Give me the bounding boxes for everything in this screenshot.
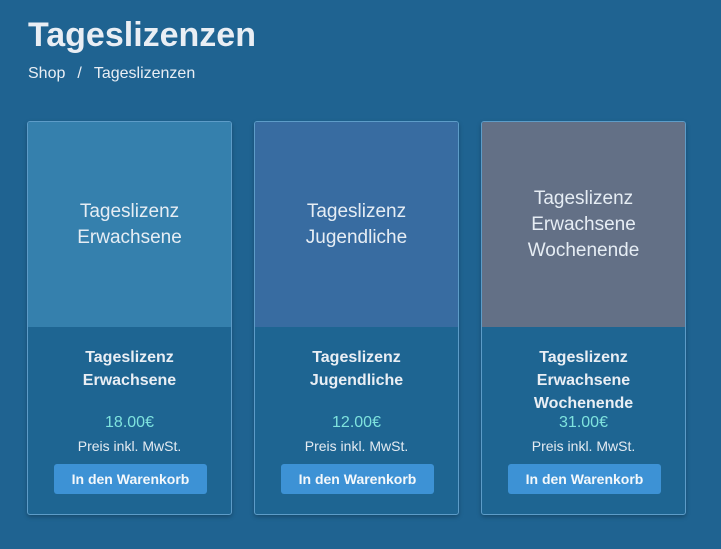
product-card: Tageslizenz Erwachsene Tageslizenz Erwac…	[27, 121, 232, 515]
product-image[interactable]: Tageslizenz Jugendliche	[255, 122, 458, 327]
product-card: Tageslizenz Erwachsene Wochenende Tagesl…	[481, 121, 686, 515]
product-card: Tageslizenz Jugendliche Tageslizenz Juge…	[254, 121, 459, 515]
tax-note: Preis inkl. MwSt.	[304, 438, 409, 454]
product-image-label: Tageslizenz Erwachsene	[77, 200, 182, 248]
product-image[interactable]: Tageslizenz Erwachsene	[28, 122, 231, 327]
product-name[interactable]: Tageslizenz Erwachsene	[28, 346, 231, 392]
product-price: 31.00€	[559, 414, 608, 431]
page-title: Tageslizenzen	[28, 16, 256, 54]
breadcrumb-item-current: Tageslizenzen	[93, 65, 196, 82]
breadcrumb-separator: /	[77, 65, 82, 82]
add-to-cart-button[interactable]: In den Warenkorb	[281, 464, 434, 494]
breadcrumb-item-shop[interactable]: Shop	[28, 65, 65, 82]
tax-note: Preis inkl. MwSt.	[531, 438, 636, 454]
breadcrumb: Shop / Tageslizenzen	[28, 64, 195, 84]
add-to-cart-button[interactable]: In den Warenkorb	[54, 464, 207, 494]
product-image[interactable]: Tageslizenz Erwachsene Wochenende	[482, 122, 685, 327]
product-name[interactable]: Tageslizenz Erwachsene Wochenende	[482, 346, 685, 415]
product-price: 18.00€	[105, 414, 154, 431]
product-price: 12.00€	[332, 414, 381, 431]
product-image-label: Tageslizenz Jugendliche	[305, 200, 408, 248]
product-name[interactable]: Tageslizenz Jugendliche	[255, 346, 458, 392]
add-to-cart-button[interactable]: In den Warenkorb	[508, 464, 661, 494]
tax-note: Preis inkl. MwSt.	[77, 438, 182, 454]
product-image-label: Tageslizenz Erwachsene Wochenende	[527, 187, 640, 261]
